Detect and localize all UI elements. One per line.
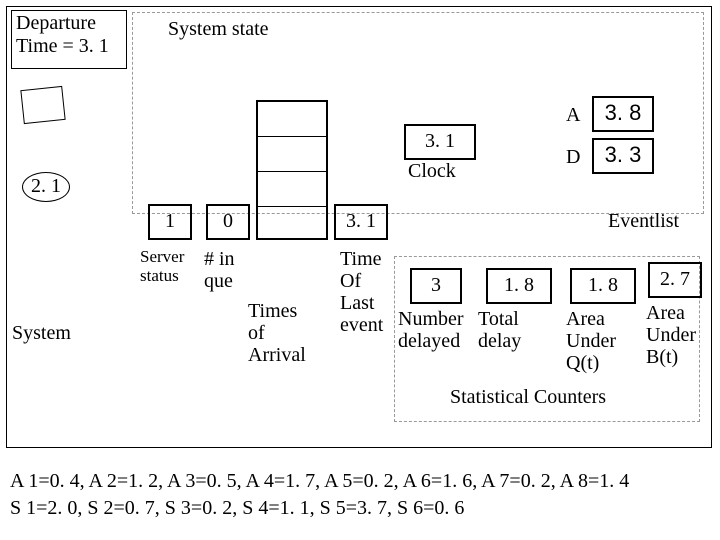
arrival-slot bbox=[258, 137, 326, 172]
system-state-label: System state bbox=[168, 18, 269, 41]
footer-line-1: A 1=0. 4, A 2=1. 2, A 3=0. 5, A 4=1. 7, … bbox=[10, 468, 710, 495]
arrival-slot bbox=[258, 207, 326, 241]
arrival-slot bbox=[258, 172, 326, 207]
event-D-label: D bbox=[566, 146, 580, 169]
diagram-canvas: Departure Time = 3. 1 System state 2. 1 … bbox=[0, 0, 720, 540]
times-of-arrival-label: Times of Arrival bbox=[248, 300, 306, 366]
eventlist-label: Eventlist bbox=[608, 210, 679, 233]
counter-number-delayed-label: Number delayed bbox=[398, 308, 464, 352]
system-label: System bbox=[12, 322, 71, 345]
footer-line-2: S 1=2. 0, S 2=0. 7, S 3=0. 2, S 4=1. 1, … bbox=[10, 495, 710, 522]
server-status-box: 1 bbox=[148, 204, 192, 240]
time-of-last-event-label: Time Of Last event bbox=[340, 248, 383, 336]
counter-number-delayed: 3 bbox=[410, 268, 462, 304]
counter-area-Qt-label: Area Under Q(t) bbox=[566, 308, 616, 374]
stat-counters-heading: Statistical Counters bbox=[450, 386, 606, 409]
queue-label: # in que bbox=[204, 248, 235, 292]
counter-area-Qt: 1. 8 bbox=[570, 268, 636, 304]
event-A-val: 3. 8 bbox=[592, 96, 654, 132]
arrival-slots bbox=[256, 100, 328, 240]
event-D-val: 3. 3 bbox=[592, 138, 654, 174]
arrival-head-box: 3. 1 bbox=[334, 204, 388, 240]
ellipse-value: 2. 1 bbox=[22, 172, 70, 202]
departure-box: Departure Time = 3. 1 bbox=[11, 10, 127, 69]
departure-line1: Departure bbox=[16, 12, 122, 35]
counter-area-Bt-label: Area Under B(t) bbox=[646, 302, 696, 368]
clock-label: Clock bbox=[408, 160, 456, 183]
counter-total-delay-label: Total delay bbox=[478, 308, 521, 352]
footer-text: A 1=0. 4, A 2=1. 2, A 3=0. 5, A 4=1. 7, … bbox=[10, 468, 710, 522]
clock-box: 3. 1 bbox=[404, 124, 476, 160]
arrival-slot bbox=[258, 102, 326, 137]
tilted-box bbox=[20, 86, 65, 124]
server-status-label: Server status bbox=[140, 248, 184, 285]
counter-total-delay: 1. 8 bbox=[486, 268, 552, 304]
departure-line2: Time = 3. 1 bbox=[16, 35, 122, 58]
event-A-label: A bbox=[566, 104, 580, 127]
queue-count-box: 0 bbox=[206, 204, 250, 240]
counter-area-Bt: 2. 7 bbox=[648, 262, 702, 298]
